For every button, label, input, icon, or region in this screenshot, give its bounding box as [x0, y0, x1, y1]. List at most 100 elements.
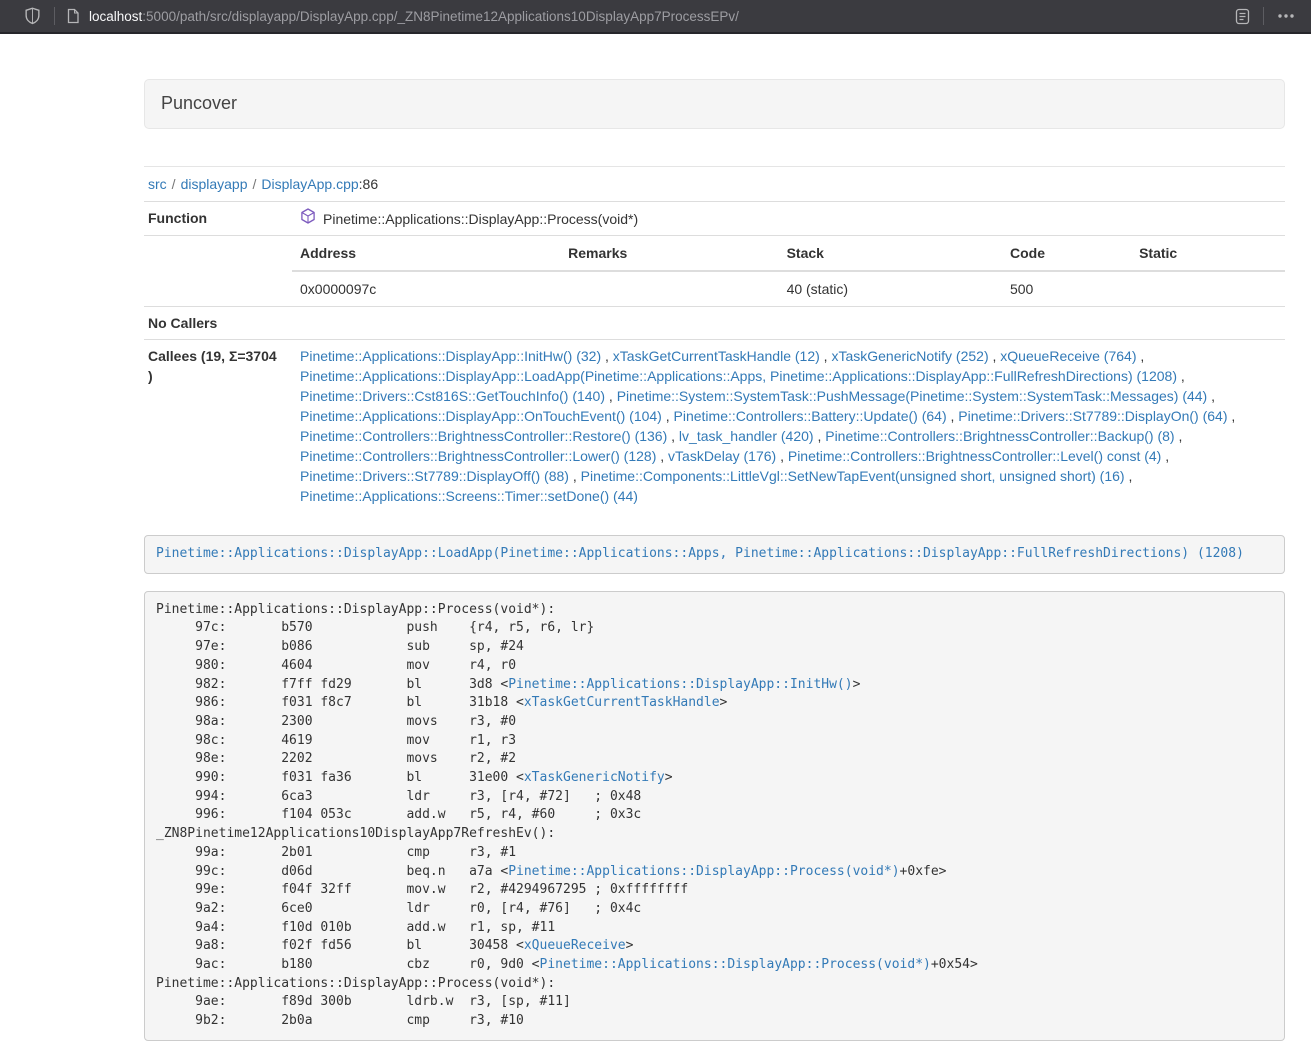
callee-link[interactable]: Pinetime::Controllers::Battery::Update()… — [674, 408, 947, 424]
code-line: 9ae: f89d 300b ldrb.w r3, [sp, #11] — [156, 993, 1273, 1012]
callee-link[interactable]: Pinetime::Controllers::BrightnessControl… — [300, 448, 656, 464]
breadcrumb-file[interactable]: DisplayApp.cpp — [261, 176, 358, 192]
callee-link[interactable]: xQueueReceive (764) — [1000, 348, 1136, 364]
code-text: 9b2: 2b0a cmp r3, #10 — [156, 1013, 524, 1028]
metrics-row: Address Remarks Stack Code Static 0x0000… — [144, 236, 1285, 307]
callee-separator: , — [814, 428, 826, 444]
callee-link[interactable]: Pinetime::Controllers::BrightnessControl… — [788, 448, 1161, 464]
callee-link[interactable]: Pinetime::System::SystemTask::PushMessag… — [617, 388, 1208, 404]
no-callers-label: No Callers — [144, 307, 292, 340]
code-symbol-link[interactable]: xQueueReceive — [524, 938, 626, 953]
page-icon — [66, 8, 80, 24]
code-line: Pinetime::Applications::DisplayApp::Proc… — [156, 601, 1273, 620]
code-text: _ZN8Pinetime12Applications10DisplayApp7R… — [156, 826, 555, 841]
breadcrumb-separator: / — [172, 176, 176, 192]
callee-link[interactable]: Pinetime::Drivers::Cst816S::GetTouchInfo… — [300, 388, 605, 404]
code-text: > — [853, 677, 861, 692]
col-static: Static — [1131, 236, 1285, 271]
code-line: 994: 6ca3 ldr r3, [r4, #72] ; 0x48 — [156, 788, 1273, 807]
callee-separator: , — [820, 348, 832, 364]
callee-link[interactable]: lv_task_handler (420) — [679, 428, 814, 444]
col-code: Code — [1002, 236, 1131, 271]
static-value — [1131, 271, 1285, 306]
callee-link[interactable]: Pinetime::Controllers::BrightnessControl… — [300, 428, 667, 444]
code-size-value: 500 — [1002, 271, 1131, 306]
callee-separator: , — [1207, 388, 1215, 404]
callee-separator: , — [1228, 408, 1236, 424]
callee-separator: , — [656, 448, 668, 464]
callee-link[interactable]: Pinetime::Applications::Screens::Timer::… — [300, 488, 638, 504]
code-line: Pinetime::Applications::DisplayApp::Proc… — [156, 975, 1273, 994]
code-symbol-link[interactable]: Pinetime::Applications::DisplayApp::Proc… — [540, 957, 931, 972]
col-remarks: Remarks — [560, 236, 778, 271]
code-line: 97c: b570 push {r4, r5, r6, lr} — [156, 619, 1273, 638]
tracking-protection-shield-icon[interactable] — [22, 5, 43, 27]
code-line: 980: 4604 mov r4, r0 — [156, 657, 1273, 676]
function-name: Pinetime::Applications::DisplayApp::Proc… — [323, 209, 638, 229]
code-text: 99c: d06d beq.n a7a < — [156, 864, 508, 879]
callee-separator: , — [605, 388, 617, 404]
callee-separator: , — [776, 448, 788, 464]
code-line: 9a2: 6ce0 ldr r0, [r4, #76] ; 0x4c — [156, 900, 1273, 919]
page-title: Puncover — [161, 93, 1268, 114]
function-label: Function — [144, 202, 292, 236]
callee-link[interactable]: Pinetime::Applications::DisplayApp::Init… — [300, 348, 601, 364]
code-text: 9a8: f02f fd56 bl 30458 < — [156, 938, 524, 953]
code-text: +0x54> — [931, 957, 978, 972]
callee-link[interactable]: Pinetime::Controllers::BrightnessControl… — [825, 428, 1174, 444]
code-symbol-link[interactable]: xTaskGetCurrentTaskHandle — [524, 695, 720, 710]
callee-separator: , — [601, 348, 613, 364]
code-text: 98a: 2300 movs r3, #0 — [156, 714, 516, 729]
callee-link[interactable]: xTaskGetCurrentTaskHandle (12) — [613, 348, 820, 364]
callee-link[interactable]: Pinetime::Components::LittleVgl::SetNewT… — [581, 468, 1125, 484]
toolbar-separator — [54, 7, 55, 25]
callee-separator: , — [667, 428, 679, 444]
callee-link[interactable]: Pinetime::Drivers::St7789::DisplayOff() … — [300, 468, 569, 484]
callee-link[interactable]: vTaskDelay (176) — [668, 448, 776, 464]
metrics-values-row: 0x0000097c 40 (static) 500 — [292, 271, 1285, 306]
code-text: 98e: 2202 movs r2, #2 — [156, 751, 516, 766]
code-symbol-link[interactable]: Pinetime::Applications::DisplayApp::Init… — [508, 677, 852, 692]
code-symbol-link[interactable]: Pinetime::Applications::DisplayApp::Proc… — [508, 864, 899, 879]
code-text: 9a2: 6ce0 ldr r0, [r4, #76] ; 0x4c — [156, 901, 641, 916]
code-line: 98c: 4619 mov r1, r3 — [156, 732, 1273, 751]
function-table: Function Pinetime::Applications::Display… — [144, 201, 1285, 512]
code-text: 97c: b570 push {r4, r5, r6, lr} — [156, 620, 594, 635]
code-symbol-link[interactable]: xTaskGenericNotify — [524, 770, 665, 785]
callee-link[interactable]: Pinetime::Applications::DisplayApp::OnTo… — [300, 408, 662, 424]
callee-separator: , — [1175, 428, 1183, 444]
callee-link[interactable]: xTaskGenericNotify (252) — [831, 348, 988, 364]
page-content: Puncover src/displayapp/DisplayApp.cpp:8… — [144, 79, 1285, 1041]
code-text: 99a: 2b01 cmp r3, #1 — [156, 845, 516, 860]
toolbar-separator — [1263, 7, 1264, 25]
code-line: 9b2: 2b0a cmp r3, #10 — [156, 1012, 1273, 1031]
callees-row: Callees (19, Σ=3704 ) Pinetime::Applicat… — [144, 340, 1285, 513]
code-text: 982: f7ff fd29 bl 3d8 < — [156, 677, 508, 692]
url-path: :5000/path/src/displayapp/DisplayApp.cpp… — [142, 9, 739, 24]
callee-link[interactable]: Pinetime::Applications::DisplayApp::Load… — [300, 368, 1177, 384]
callee-separator: , — [1136, 348, 1144, 364]
callers-row: No Callers — [144, 307, 1285, 340]
reader-mode-icon[interactable] — [1233, 6, 1252, 27]
callee-link[interactable]: Pinetime::Drivers::St7789::DisplayOn() (… — [958, 408, 1227, 424]
url-text: localhost:5000/path/src/displayapp/Displ… — [89, 9, 739, 24]
callee-separator: , — [989, 348, 1001, 364]
code-text: 996: f104 053c add.w r5, r4, #60 ; 0x3c — [156, 807, 641, 822]
code-line: 99c: d06d beq.n a7a <Pinetime::Applicati… — [156, 863, 1273, 882]
code-line: 990: f031 fa36 bl 31e00 <xTaskGenericNot… — [156, 769, 1273, 788]
ellipsis-menu-icon[interactable] — [1275, 11, 1297, 21]
url-bar[interactable]: localhost:5000/path/src/displayapp/Displ… — [66, 8, 1233, 24]
breadcrumb-src[interactable]: src — [148, 176, 167, 192]
code-line: 99a: 2b01 cmp r3, #1 — [156, 844, 1273, 863]
breadcrumb: src/displayapp/DisplayApp.cpp:86 — [148, 176, 1285, 192]
col-stack: Stack — [779, 236, 1002, 271]
code-text: 994: 6ca3 ldr r3, [r4, #72] ; 0x48 — [156, 789, 641, 804]
url-host: localhost — [89, 9, 142, 24]
breadcrumb-displayapp[interactable]: displayapp — [181, 176, 248, 192]
code-line: 996: f104 053c add.w r5, r4, #60 ; 0x3c — [156, 806, 1273, 825]
highlighted-symbol-link[interactable]: Pinetime::Applications::DisplayApp::Load… — [156, 546, 1244, 561]
callee-separator: , — [662, 408, 674, 424]
browser-toolbar: localhost:5000/path/src/displayapp/Displ… — [0, 0, 1311, 34]
code-text: 98c: 4619 mov r1, r3 — [156, 733, 516, 748]
callee-separator: , — [947, 408, 959, 424]
